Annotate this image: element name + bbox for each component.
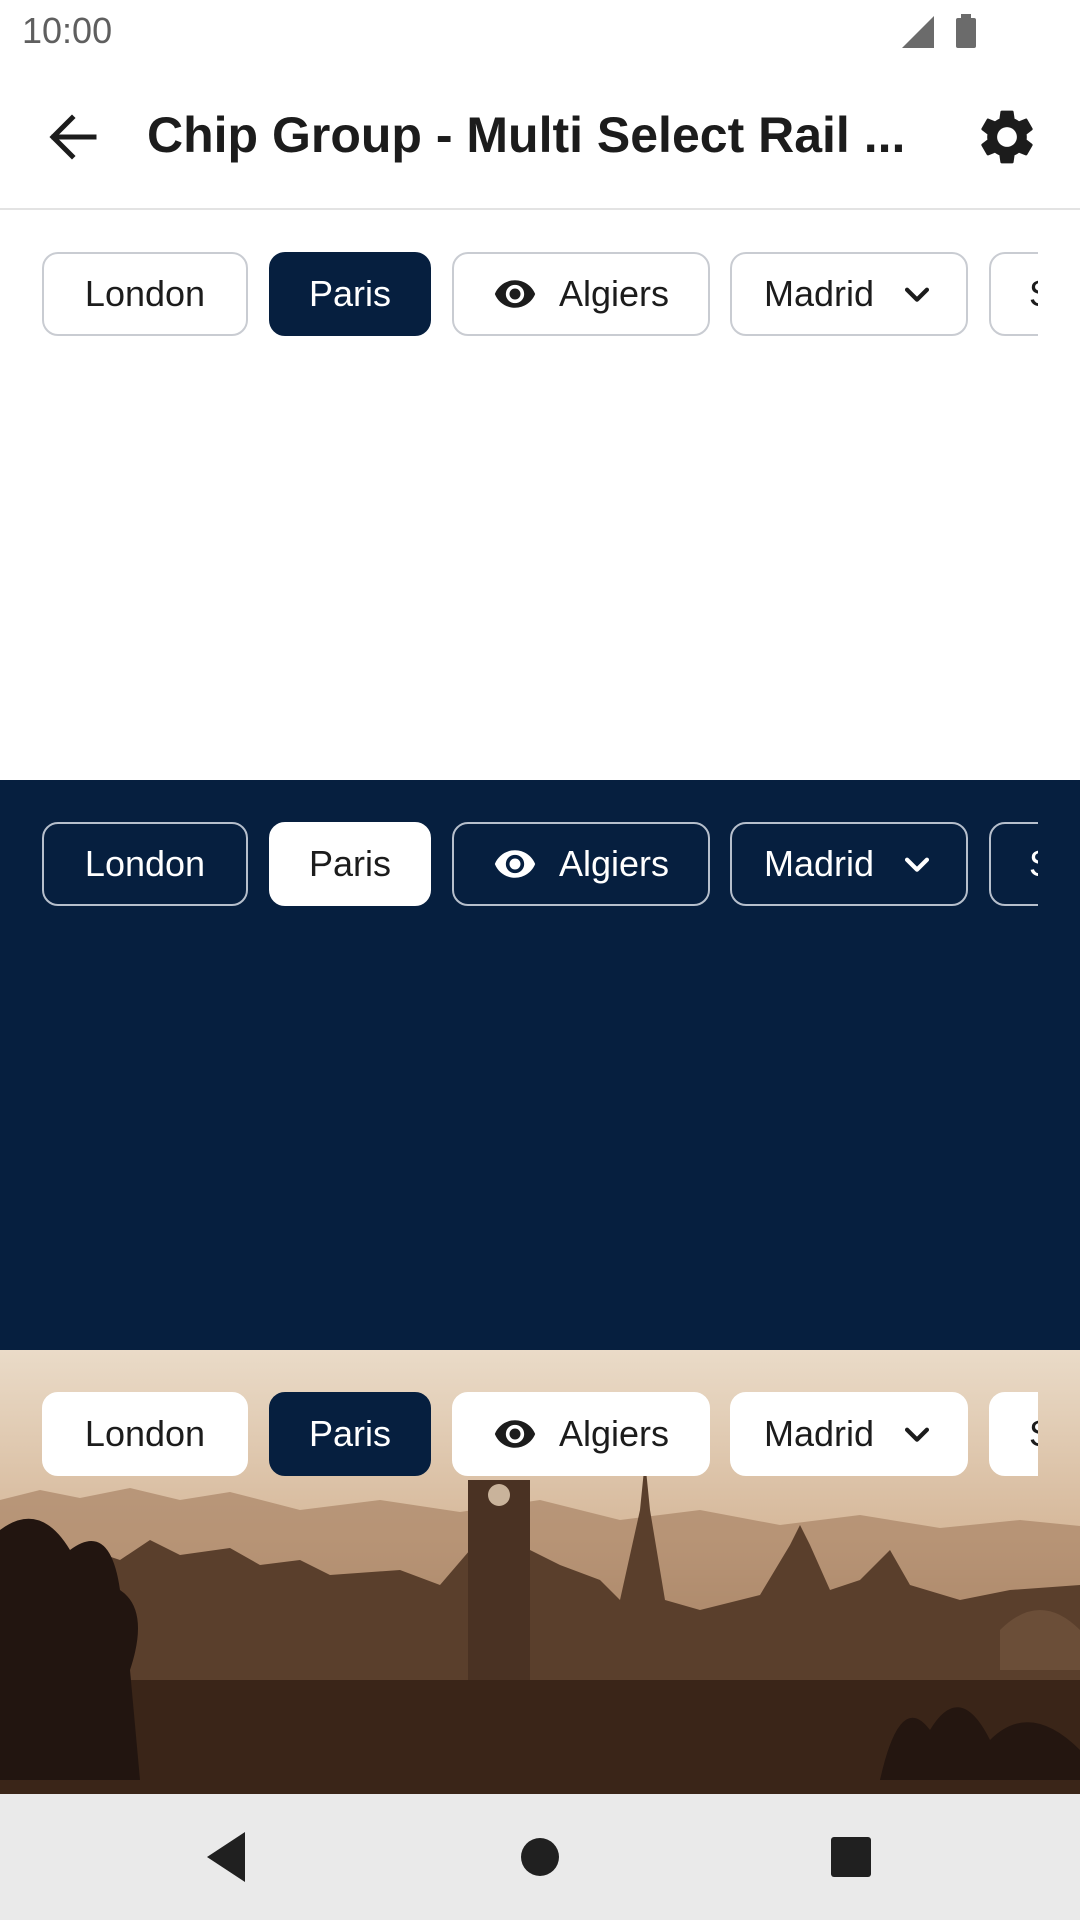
- nav-home-icon[interactable]: [509, 1826, 571, 1888]
- chip-rail[interactable]: London Paris Algiers Madrid S: [42, 822, 1038, 906]
- chip-algiers[interactable]: Algiers: [452, 822, 710, 906]
- chevron-down-icon: [904, 857, 930, 872]
- chip-partial[interactable]: S: [989, 252, 1038, 336]
- chip-rail-section-image: London Paris Algiers Madrid S: [0, 1350, 1080, 1794]
- chip-madrid[interactable]: Madrid: [730, 822, 968, 906]
- eye-icon: [494, 850, 536, 878]
- chip-algiers[interactable]: Algiers: [452, 252, 710, 336]
- chip-algiers[interactable]: Algiers: [452, 1392, 710, 1476]
- chip-rail[interactable]: London Paris Algiers Madrid S: [42, 1392, 1038, 1476]
- chip-label: Madrid: [763, 1413, 875, 1454]
- chip-paris[interactable]: Paris: [269, 252, 431, 336]
- status-time: 10:00: [22, 10, 113, 51]
- chip-label: S: [1029, 273, 1038, 315]
- nav-recents-icon[interactable]: [820, 1826, 882, 1888]
- chip-label: Paris: [308, 843, 392, 884]
- app-bar: Chip Group - Multi Select Rail ...: [0, 64, 1080, 210]
- chip-london[interactable]: London: [42, 252, 248, 336]
- chip-rail-section-dark: London Paris Algiers Madrid S: [0, 780, 1080, 1350]
- chip-rail[interactable]: London Paris Algiers Madrid S: [42, 252, 1038, 336]
- chip-label: London: [84, 273, 206, 314]
- chip-paris[interactable]: Paris: [269, 1392, 431, 1476]
- chip-rail-section-light: London Paris Algiers Madrid S: [0, 210, 1080, 780]
- status-bar: 10:00: [0, 0, 1080, 64]
- arrow-back-icon[interactable]: [40, 104, 106, 170]
- chip-paris[interactable]: Paris: [269, 822, 431, 906]
- gear-icon[interactable]: [974, 104, 1040, 170]
- chip-label: Madrid: [763, 273, 875, 314]
- chip-label: Algiers: [558, 1413, 670, 1454]
- eye-icon: [494, 1420, 536, 1448]
- chip-label: S: [1029, 1413, 1038, 1455]
- chip-partial[interactable]: S: [989, 1392, 1038, 1476]
- chip-label: Madrid: [763, 843, 875, 884]
- chip-label: London: [84, 843, 206, 884]
- chevron-down-icon: [904, 1427, 930, 1442]
- chip-label: Algiers: [558, 273, 670, 314]
- chip-label: Paris: [308, 1413, 392, 1454]
- chip-london[interactable]: London: [42, 822, 248, 906]
- chip-madrid[interactable]: Madrid: [730, 252, 968, 336]
- chip-label: Paris: [308, 273, 392, 314]
- nav-back-icon[interactable]: [197, 1826, 259, 1888]
- status-icons: [902, 14, 976, 48]
- chip-label: London: [84, 1413, 206, 1454]
- chip-partial[interactable]: S: [989, 822, 1038, 906]
- chip-madrid[interactable]: Madrid: [730, 1392, 968, 1476]
- signal-icon: [902, 16, 934, 48]
- battery-icon: [956, 18, 976, 48]
- system-nav-bar: [0, 1794, 1080, 1920]
- chevron-down-icon: [904, 287, 930, 302]
- page-title: Chip Group - Multi Select Rail ...: [147, 107, 906, 163]
- eye-icon: [494, 280, 536, 308]
- chip-label: S: [1029, 843, 1038, 885]
- chip-london[interactable]: London: [42, 1392, 248, 1476]
- chip-label: Algiers: [558, 843, 670, 884]
